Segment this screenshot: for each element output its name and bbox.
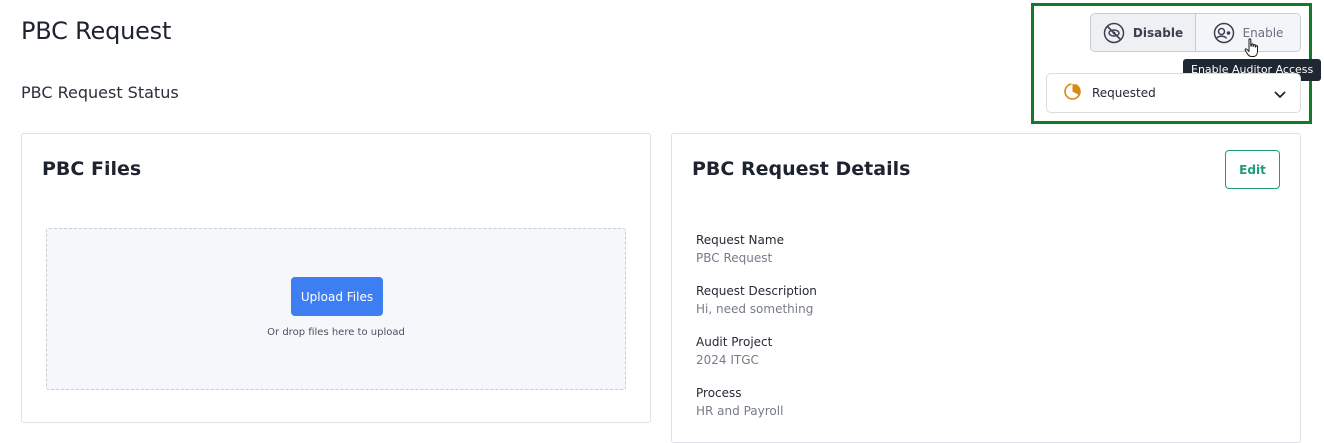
chevron-down-icon — [1274, 84, 1286, 103]
status-section-label: PBC Request Status — [21, 83, 179, 102]
file-dropzone[interactable]: Upload Files Or drop files here to uploa… — [46, 228, 626, 390]
status-select-value: Requested — [1092, 86, 1156, 100]
pbc-request-details-card: PBC Request Details Edit Request Name PB… — [671, 133, 1301, 443]
field-value: HR and Payroll — [696, 404, 784, 418]
edit-button[interactable]: Edit — [1225, 150, 1280, 189]
page-title: PBC Request — [21, 17, 172, 45]
detail-field-process: Process HR and Payroll — [696, 385, 783, 419]
field-label: Audit Project — [696, 335, 773, 349]
disable-button[interactable]: Disable — [1091, 14, 1195, 51]
field-value: Hi, need something — [696, 302, 814, 316]
pbc-files-card: PBC Files Upload Files Or drop files her… — [21, 133, 651, 423]
eye-off-icon — [1103, 22, 1125, 44]
drop-hint: Or drop files here to upload — [267, 327, 405, 338]
field-value: 2024 ITGC — [696, 353, 759, 367]
status-select[interactable]: Requested — [1046, 73, 1301, 113]
field-label: Request Description — [696, 284, 817, 298]
user-circle-icon — [1213, 22, 1235, 44]
progress-clock-icon — [1063, 82, 1082, 105]
detail-field-audit-project: Audit Project 2024 ITGC — [696, 334, 772, 368]
auditor-access-toggle: Disable Enable — [1090, 13, 1301, 52]
detail-field-request-description: Request Description Hi, need something — [696, 283, 817, 317]
pbc-files-title: PBC Files — [42, 158, 142, 180]
hand-pointer-icon — [1244, 38, 1260, 62]
upload-files-button[interactable]: Upload Files — [291, 277, 383, 316]
field-label: Request Name — [696, 233, 784, 247]
pbc-request-details-title: PBC Request Details — [692, 158, 911, 180]
field-value: PBC Request — [696, 251, 773, 265]
detail-field-request-name: Request Name PBC Request — [696, 232, 784, 266]
disable-label: Disable — [1132, 25, 1184, 40]
field-label: Process — [696, 386, 742, 400]
